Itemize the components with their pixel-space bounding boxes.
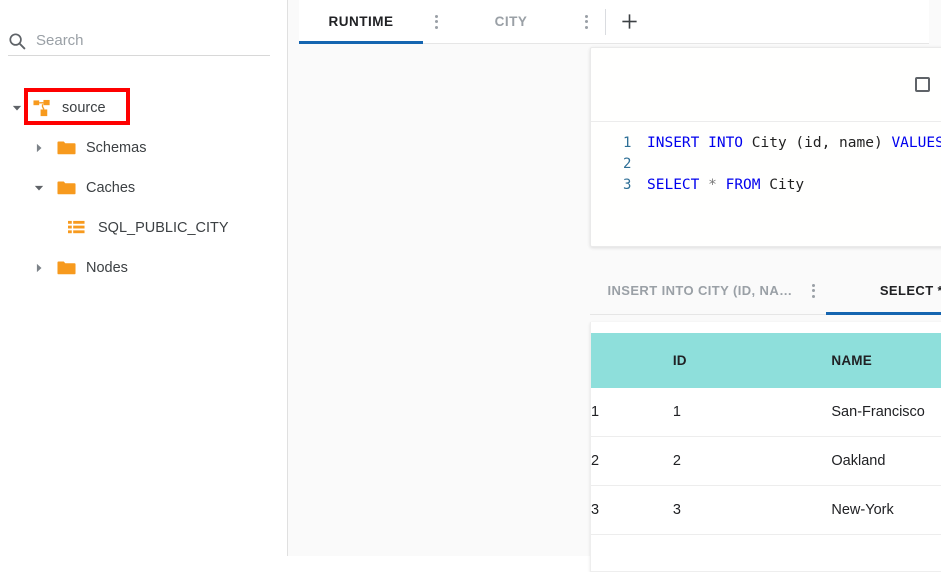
search-input[interactable] [36, 30, 256, 51]
code-line-text: INSERT INTO City (id, name) VALUES (3, '… [647, 135, 941, 151]
sql-plain [699, 177, 708, 193]
tree-item-label: Caches [86, 180, 136, 196]
result-tab-insert[interactable]: INSERT INTO CITY (ID, NA… [590, 267, 796, 314]
search-row[interactable] [8, 26, 270, 56]
chevron-right-icon[interactable] [32, 261, 46, 275]
table-header: ID NAME [591, 333, 941, 388]
cell-id: 3 [672, 485, 832, 535]
cell-id: 1 [672, 388, 832, 437]
table-row[interactable]: 1 1 San-Francisco [591, 388, 941, 437]
plus-icon [621, 14, 637, 29]
tab-city-menu-kebab-icon[interactable] [573, 9, 599, 35]
tab-runtime[interactable]: RUNTIME [299, 0, 423, 44]
add-tab-button[interactable] [612, 5, 646, 39]
sql-star: * [708, 176, 717, 193]
chevron-right-icon[interactable] [32, 141, 46, 155]
app-root: source Schemas [0, 0, 941, 572]
tree-item-label: source [62, 100, 106, 116]
folder-icon [56, 258, 76, 278]
tab-label: INSERT INTO CITY (ID, NA… [607, 283, 793, 298]
line-number: 1 [623, 134, 632, 151]
sql-plain [717, 177, 726, 193]
code-lines: 1 INSERT INTO City (id, name) VALUES (3,… [591, 123, 941, 195]
line-number: 2 [623, 155, 632, 172]
table-header-row: ID NAME [591, 333, 941, 388]
tree-item-label: Schemas [86, 140, 147, 156]
main-panel: RUNTIME CITY Export to C [288, 0, 941, 572]
folder-icon [56, 138, 76, 158]
row-index-header [591, 333, 641, 388]
query-tab-strip: RUNTIME CITY [299, 0, 929, 44]
tab-runtime-menu-kebab-icon[interactable] [423, 9, 449, 35]
tab-label: CITY [494, 13, 528, 29]
tab-active-underline [826, 312, 941, 315]
row-spacer [640, 436, 673, 486]
sidebar: source Schemas [0, 0, 288, 556]
result-tab-select[interactable]: SELECT * FROM CITY [826, 267, 941, 315]
table-row[interactable]: 3 3 New-York [591, 485, 941, 535]
tab-label: SELECT * FROM CITY [879, 283, 941, 298]
results-card: ID NAME 1 1 San-Francisco 2 2 Oakland 3 … [590, 322, 941, 572]
sql-keyword: FROM [725, 176, 761, 193]
code-line: 2 [591, 153, 941, 174]
row-spacer [640, 388, 673, 437]
sql-keyword: SELECT [647, 176, 700, 193]
sql-plain: City (id, name) [743, 134, 892, 151]
tab-active-underline [299, 40, 423, 44]
row-index: 3 [591, 485, 641, 535]
chevron-down-icon[interactable] [32, 181, 46, 195]
cell-name: San-Francisco [831, 388, 941, 437]
folder-icon [56, 178, 76, 198]
tab-label: RUNTIME [328, 13, 394, 29]
code-line-text: SELECT * FROM City [647, 177, 804, 193]
line-number: 3 [623, 176, 632, 193]
column-header-id[interactable]: ID [672, 333, 832, 388]
row-index: 1 [591, 388, 641, 437]
tab-divider [605, 8, 606, 35]
column-header-name[interactable]: NAME [831, 333, 941, 388]
cluster-icon [32, 98, 52, 118]
object-tree: source Schemas Caches SQL_PUBLIC_CITY No… [0, 88, 288, 288]
tree-item-label: SQL_PUBLIC_CITY [98, 220, 229, 236]
cell-name: New-York [831, 485, 941, 535]
code-line: 1 INSERT INTO City (id, name) VALUES (3,… [591, 132, 941, 153]
chevron-down-icon[interactable] [10, 101, 24, 115]
search-icon [8, 32, 26, 50]
tree-item-schemas[interactable]: Schemas [0, 128, 288, 168]
editor-toolbar: Export to CSV EXECUTE [591, 48, 941, 122]
sql-plain: City [760, 176, 805, 193]
tree-item-nodes[interactable]: Nodes [0, 248, 288, 288]
result-tab-insert-menu-kebab-icon[interactable] [800, 278, 826, 304]
sql-keyword: VALUES [891, 134, 941, 151]
tree-item-sql-public-city[interactable]: SQL_PUBLIC_CITY [0, 208, 288, 248]
spacer-header [640, 333, 673, 388]
tree-item-label: Nodes [86, 260, 128, 276]
cell-name: Oakland [831, 436, 941, 486]
tab-city[interactable]: CITY [449, 0, 573, 44]
row-index: 2 [591, 436, 641, 486]
checkbox-box-icon[interactable] [915, 77, 931, 92]
tree-item-caches[interactable]: Caches [0, 168, 288, 208]
export-to-csv-checkbox[interactable]: Export to CSV [915, 77, 941, 93]
sql-code-editor[interactable]: 1 INSERT INTO City (id, name) VALUES (3,… [591, 123, 941, 246]
row-spacer [640, 485, 673, 535]
table-row[interactable]: 2 2 Oakland [591, 436, 941, 486]
code-line: 3 SELECT * FROM City [591, 174, 941, 195]
result-tab-strip: INSERT INTO CITY (ID, NA… SELECT * FROM … [590, 267, 941, 315]
results-table: ID NAME 1 1 San-Francisco 2 2 Oakland 3 … [591, 333, 941, 535]
table-body: 1 1 San-Francisco 2 2 Oakland 3 3 New-Yo… [591, 388, 941, 535]
sql-keyword: INSERT INTO [647, 134, 744, 151]
cell-id: 2 [672, 436, 832, 486]
sql-editor-card: Export to CSV EXECUTE 1 INSERT INTO City… [590, 47, 941, 247]
table-icon [66, 218, 86, 238]
tree-item-source[interactable]: source [0, 88, 288, 128]
